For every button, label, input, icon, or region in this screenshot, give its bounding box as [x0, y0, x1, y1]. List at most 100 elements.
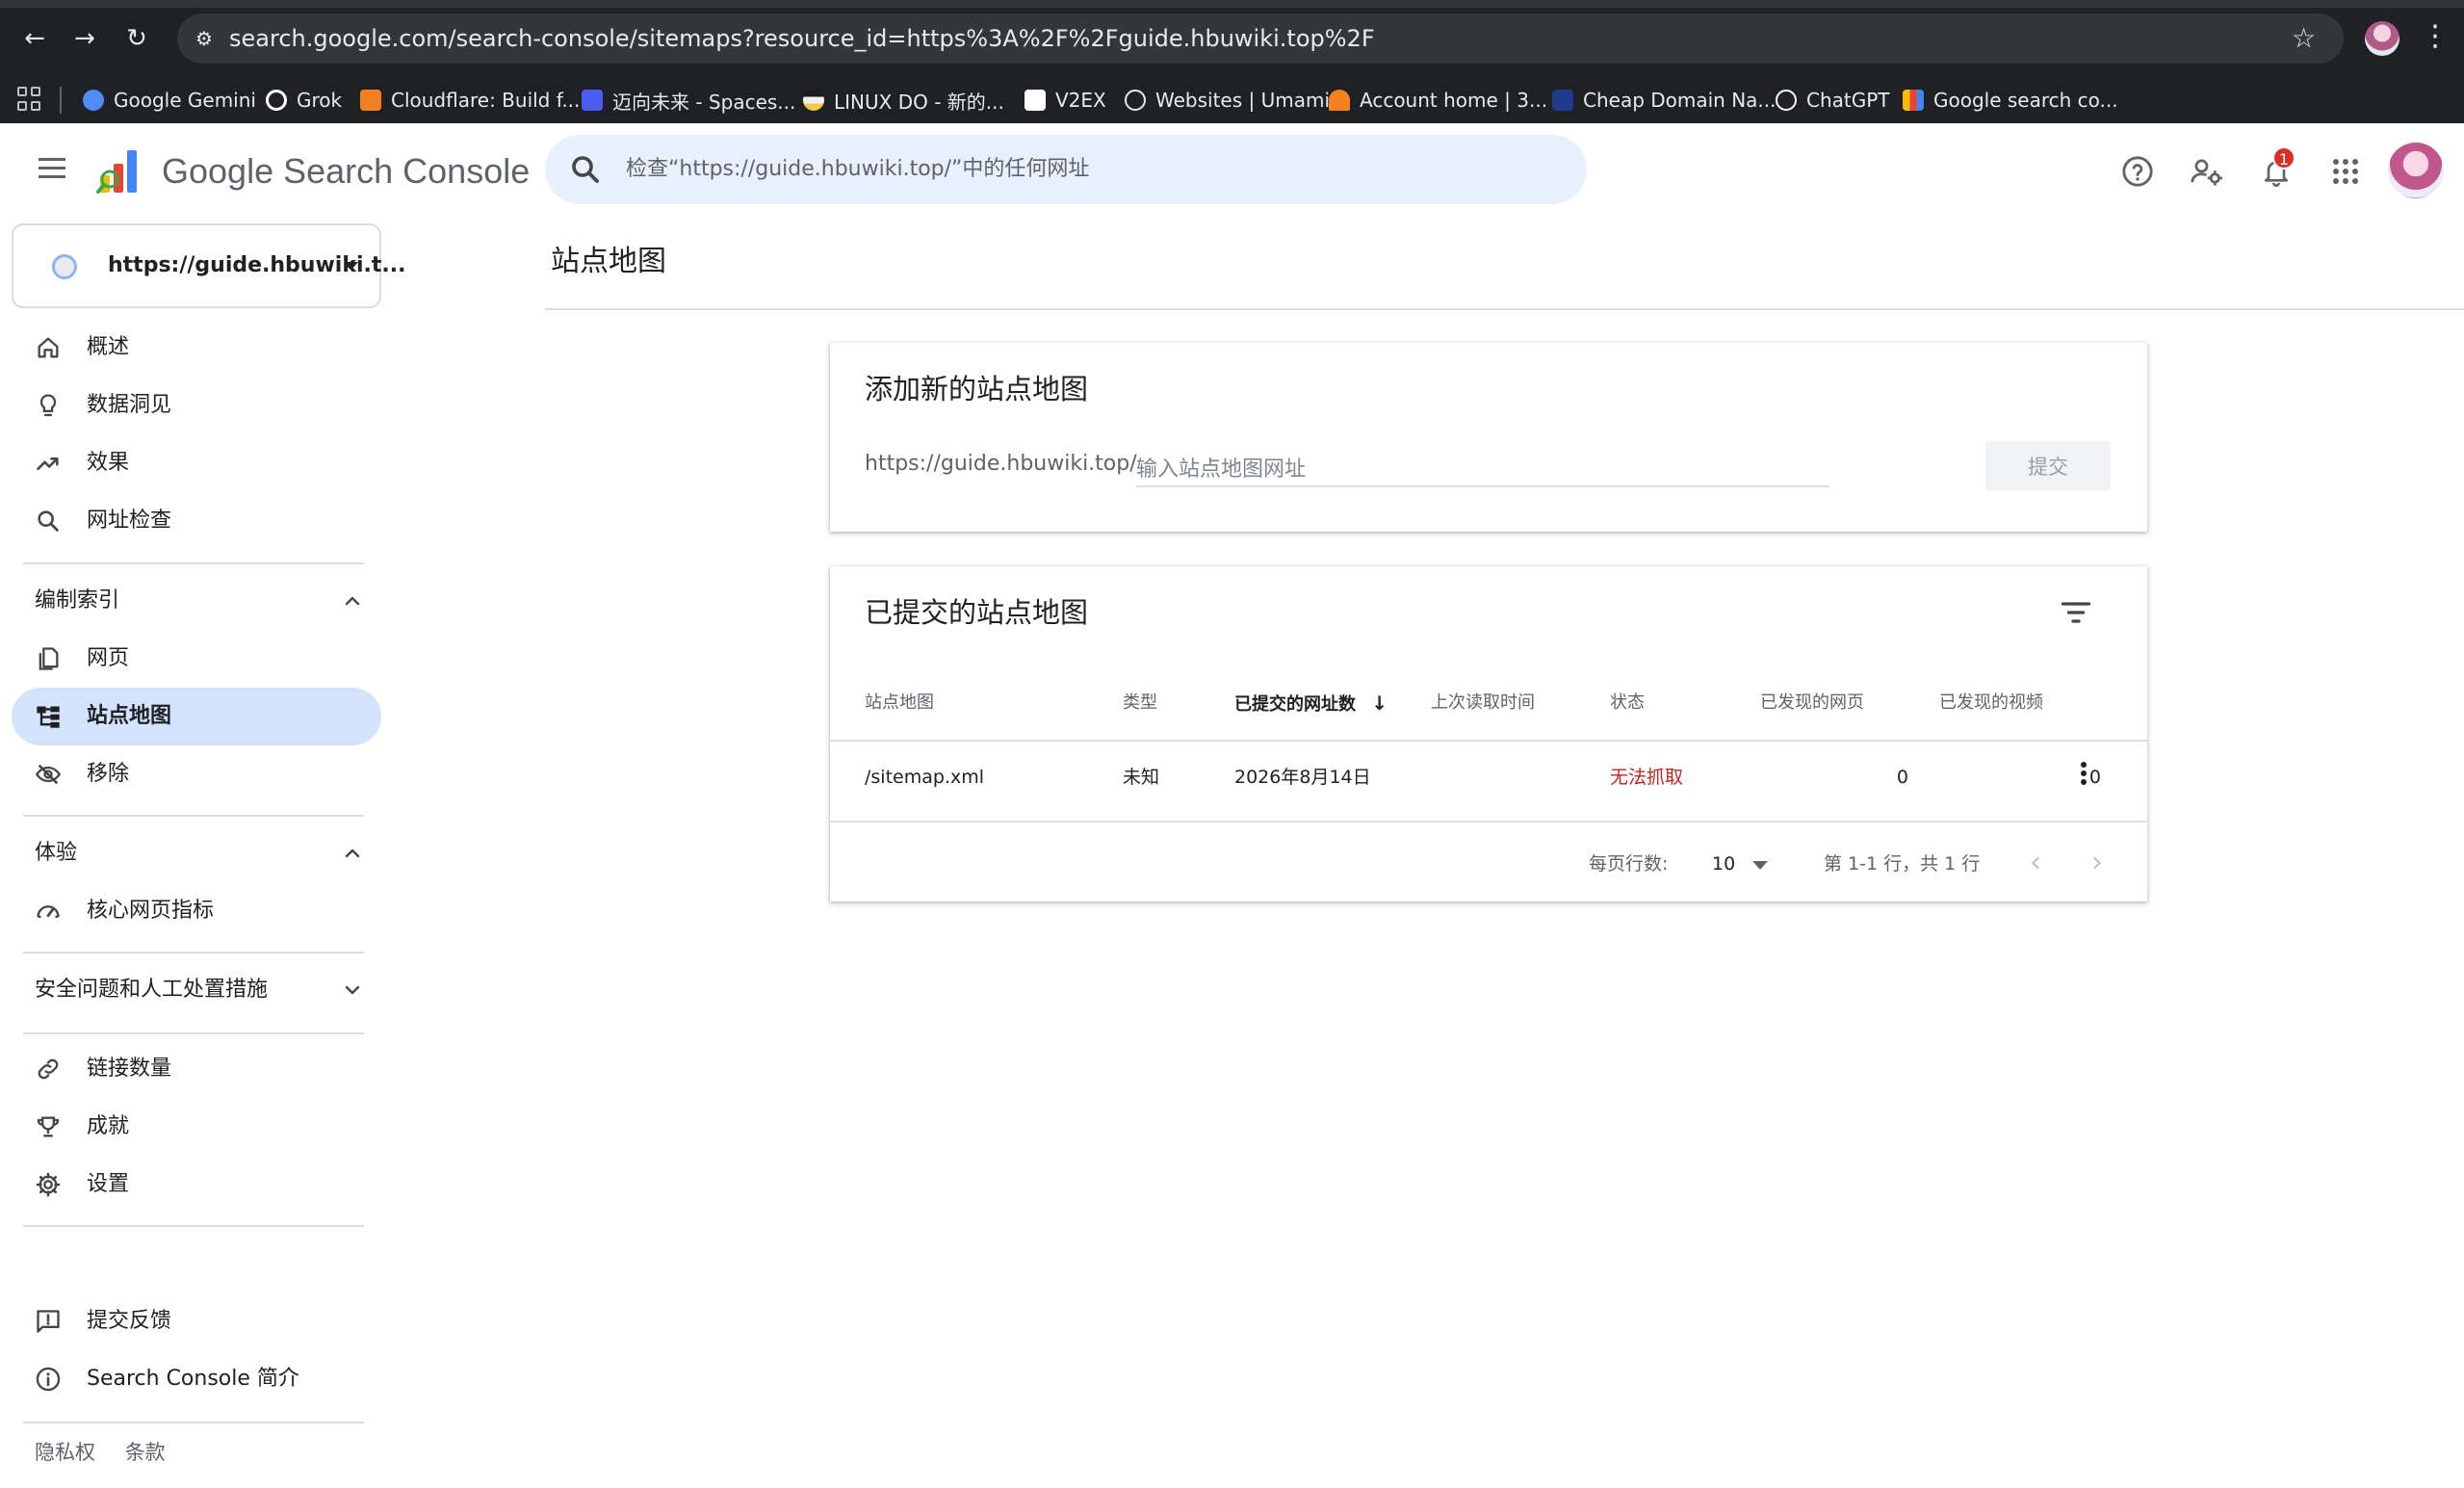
- app-name: Google Search Console: [162, 151, 531, 191]
- browser-menu-icon[interactable]: ⋮: [2421, 19, 2450, 54]
- bookmark-label: Cheap Domain Na...: [1583, 89, 1777, 112]
- sidebar-divider: [23, 1422, 364, 1423]
- sidebar-item-insights[interactable]: 数据洞见: [12, 377, 381, 434]
- speed-icon: [37, 905, 60, 918]
- privacy-link[interactable]: 隐私权: [35, 1441, 95, 1464]
- chevron-down-icon: [345, 985, 360, 995]
- help-icon[interactable]: [2116, 150, 2159, 193]
- section-header-experience[interactable]: 体验: [35, 824, 366, 882]
- app-header: Google Search Console 检查“https://guide.h…: [0, 123, 2464, 220]
- browser-profile-avatar[interactable]: [2365, 21, 2399, 56]
- section-header-indexing[interactable]: 编制索引: [35, 572, 366, 630]
- bookmark-item[interactable]: Cloudflare: Build f...: [360, 77, 580, 123]
- previous-page-icon[interactable]: ‹: [2016, 844, 2055, 882]
- bookmarks-separator: [60, 87, 62, 114]
- bookmark-star-icon[interactable]: ☆: [2292, 21, 2316, 56]
- row-more-options-icon[interactable]: [2074, 759, 2093, 794]
- cell-submitted: 2026年8月14日: [1234, 767, 1371, 788]
- column-header-last-read[interactable]: 上次读取时间: [1431, 690, 1535, 717]
- google-apps-icon[interactable]: [2324, 150, 2367, 193]
- notification-badge: 1: [2272, 146, 2295, 170]
- search-placeholder[interactable]: 检查“https://guide.hbuwiki.top/”中的任何网址: [626, 135, 1089, 204]
- column-header-sitemap[interactable]: 站点地图: [865, 690, 934, 717]
- sidebar-item-removals[interactable]: 移除: [12, 745, 381, 803]
- sort-arrow-down-icon: ↓: [1371, 692, 1388, 715]
- bookmark-label: Websites | Umami: [1155, 89, 1331, 112]
- bookmark-item[interactable]: ChatGPT: [1776, 77, 1890, 123]
- sidebar-item-overview[interactable]: 概述: [12, 319, 381, 377]
- bookmark-item[interactable]: Websites | Umami: [1125, 77, 1330, 123]
- sidebar-divider: [23, 562, 364, 564]
- cell-sitemap: /sitemap.xml: [865, 767, 985, 788]
- column-header-discovered-pages[interactable]: 已发现的网页: [1760, 690, 1864, 717]
- column-header-type[interactable]: 类型: [1123, 690, 1157, 717]
- column-header-label: 已提交的网址数: [1234, 694, 1356, 715]
- sidebar-item-achievements[interactable]: 成就: [12, 1098, 381, 1156]
- v2ex-icon: [1025, 90, 1046, 111]
- search-icon: [38, 510, 59, 532]
- column-header-submitted[interactable]: 已提交的网址数 ↓: [1234, 690, 1388, 718]
- terms-link[interactable]: 条款: [125, 1441, 166, 1464]
- sidebar-item-label: Search Console 简介: [87, 1367, 299, 1391]
- address-url[interactable]: search.google.com/search-console/sitemap…: [229, 13, 1375, 64]
- bookmark-item[interactable]: Google search co...: [1903, 77, 2118, 123]
- bookmark-label: Google search co...: [1933, 89, 2118, 112]
- bookmark-item[interactable]: Google Gemini: [83, 77, 256, 123]
- next-page-icon[interactable]: ›: [2078, 844, 2116, 882]
- trending-up-icon: [37, 457, 59, 471]
- main-menu-icon[interactable]: [33, 152, 71, 191]
- sidebar-item-pages[interactable]: 网页: [12, 630, 381, 688]
- sidebar-item-label: 成就: [87, 1114, 130, 1138]
- bookmark-item[interactable]: Cheap Domain Na...: [1552, 77, 1777, 123]
- sidebar-item-label: 移除: [87, 762, 130, 786]
- sidebar-item-url-inspection[interactable]: 网址检查: [12, 492, 381, 550]
- account-settings-icon[interactable]: [2186, 150, 2228, 193]
- rows-per-page-select[interactable]: 10: [1712, 849, 1735, 878]
- apps-grid-icon[interactable]: [17, 87, 42, 112]
- section-header-security[interactable]: 安全问题和人工处置措施: [35, 961, 366, 1019]
- column-header-discovered-videos[interactable]: 已发现的视频: [1939, 690, 2043, 717]
- sidebar-item-performance[interactable]: 效果: [12, 434, 381, 492]
- sitemap-icon: [37, 706, 60, 728]
- link-icon: [38, 1058, 59, 1080]
- gear-icon: [36, 1172, 61, 1197]
- forward-icon[interactable]: →: [67, 21, 102, 56]
- url-inspection-search[interactable]: 检查“https://guide.hbuwiki.top/”中的任何网址: [545, 135, 1587, 204]
- visibility-off-icon: [35, 764, 62, 785]
- sidebar-item-settings[interactable]: 设置: [12, 1156, 381, 1214]
- rows-per-page-caret-icon[interactable]: [1752, 861, 1768, 870]
- submitted-sitemaps-title: 已提交的站点地图: [865, 596, 1089, 629]
- back-icon[interactable]: ←: [17, 21, 52, 56]
- sidebar-item-about[interactable]: Search Console 简介: [12, 1350, 381, 1408]
- chatgpt-icon: [1776, 90, 1797, 111]
- bookmark-item[interactable]: V2EX: [1025, 77, 1106, 123]
- submit-button[interactable]: 提交: [1985, 441, 2111, 491]
- sidebar-item-feedback[interactable]: 提交反馈: [12, 1292, 381, 1350]
- cell-type: 未知: [1123, 767, 1160, 788]
- sidebar-divider: [23, 952, 364, 953]
- sidebar-item-label: 网址检查: [87, 509, 172, 533]
- sidebar-divider: [23, 815, 364, 817]
- reload-icon[interactable]: ↻: [119, 21, 154, 56]
- address-bar[interactable]: ⚙ search.google.com/search-console/sitem…: [177, 13, 2344, 64]
- bookmark-item[interactable]: 迈向未来 - Spaces...: [582, 77, 795, 123]
- filter-icon[interactable]: [2059, 595, 2093, 630]
- sidebar-item-sitemaps[interactable]: 站点地图: [12, 688, 381, 745]
- sidebar-item-links[interactable]: 链接数量: [12, 1040, 381, 1098]
- column-header-status[interactable]: 状态: [1610, 690, 1645, 717]
- bookmarks-bar: Google Gemini Grok Cloudflare: Build f..…: [0, 77, 2464, 123]
- user-avatar[interactable]: [2388, 143, 2444, 198]
- cell-discovered-pages: 0: [1896, 767, 1908, 788]
- sitemap-url-input[interactable]: [1136, 449, 1829, 487]
- bookmark-item[interactable]: Account home | 3...: [1329, 77, 1547, 123]
- pages-icon: [39, 647, 59, 670]
- property-selector[interactable]: https://guide.hbuwiki.t...: [12, 223, 405, 308]
- sidebar-item-label: 站点地图: [87, 704, 172, 728]
- bookmark-item[interactable]: LINUX DO - 新的...: [803, 77, 1004, 123]
- site-info-icon[interactable]: ⚙: [189, 23, 220, 54]
- umami-icon: [1125, 90, 1146, 111]
- sitemap-url-prefix: https://guide.hbuwiki.top/: [865, 452, 1137, 476]
- title-divider: [545, 308, 2464, 310]
- sidebar-item-core-web-vitals[interactable]: 核心网页指标: [12, 882, 381, 940]
- bookmark-item[interactable]: Grok: [266, 77, 342, 123]
